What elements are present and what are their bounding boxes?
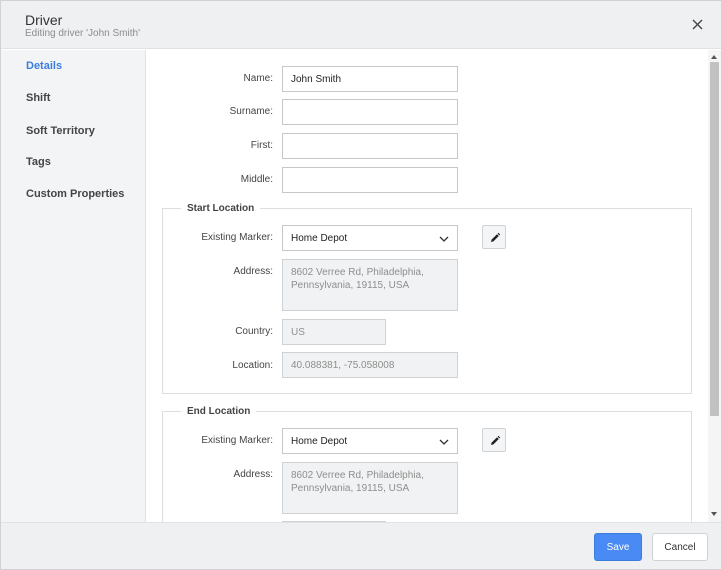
chevron-down-icon [439, 236, 449, 242]
start-address-label: Address: [233, 266, 273, 277]
end-address-line2: Pennsylvania, 19115, USA [291, 483, 410, 494]
sidebar-item-tags[interactable]: Tags [26, 156, 51, 168]
pencil-icon [491, 232, 501, 242]
name-input[interactable]: John Smith [282, 66, 458, 92]
start-marker-value: Home Depot [291, 233, 348, 244]
vertical-scrollbar[interactable] [708, 50, 721, 522]
start-address-line1: 8602 Verree Rd, Philadelphia, [291, 267, 424, 278]
close-button[interactable] [687, 15, 707, 35]
close-icon [692, 19, 702, 30]
save-button[interactable]: Save [594, 533, 642, 561]
scroll-up-arrow-icon[interactable] [711, 55, 717, 59]
surname-label: Surname: [229, 106, 273, 117]
dialog-title: Driver [25, 12, 63, 28]
scroll-thumb[interactable] [710, 62, 719, 416]
middle-label: Middle: [240, 174, 273, 185]
start-country-field: US [282, 319, 386, 345]
start-address-field: 8602 Verree Rd, Philadelphia, Pennsylvan… [282, 259, 458, 311]
end-location-legend: End Location [181, 406, 257, 417]
end-address-label: Address: [233, 469, 273, 480]
dialog-footer: Save Cancel [1, 522, 721, 569]
sidebar-nav: Details Shift Soft Territory Tags Custom… [1, 50, 146, 522]
start-location-label: Location: [232, 360, 273, 371]
sidebar-item-shift[interactable]: Shift [26, 92, 50, 104]
start-marker-label: Existing Marker: [201, 232, 273, 243]
dialog-header: Driver Editing driver 'John Smith' [1, 1, 721, 49]
pencil-icon [491, 435, 501, 445]
end-marker-label: Existing Marker: [201, 435, 273, 446]
sidebar-item-soft-territory[interactable]: Soft Territory [26, 125, 95, 137]
sidebar-item-custom-properties[interactable]: Custom Properties [26, 188, 124, 200]
start-marker-select[interactable]: Home Depot [282, 225, 458, 251]
end-address-line1: 8602 Verree Rd, Philadelphia, [291, 470, 424, 481]
start-address-line2: Pennsylvania, 19115, USA [291, 280, 410, 291]
cancel-button[interactable]: Cancel [652, 533, 708, 561]
start-location-field: 40.088381, -75.058008 [282, 352, 458, 378]
first-label: First: [250, 140, 273, 151]
driver-dialog: Driver Editing driver 'John Smith' Detai… [0, 0, 722, 570]
scroll-down-arrow-icon[interactable] [711, 512, 717, 516]
start-marker-edit-button[interactable] [482, 225, 506, 249]
dialog-subtitle: Editing driver 'John Smith' [25, 28, 140, 39]
end-marker-edit-button[interactable] [482, 428, 506, 452]
end-marker-select[interactable]: Home Depot [282, 428, 458, 454]
details-panel: Name: John Smith Surname: First: Middle:… [147, 50, 708, 522]
end-address-field: 8602 Verree Rd, Philadelphia, Pennsylvan… [282, 462, 458, 514]
name-label: Name: [243, 73, 273, 84]
start-country-label: Country: [235, 326, 273, 337]
first-input[interactable] [282, 133, 458, 159]
end-marker-value: Home Depot [291, 436, 348, 447]
start-location-legend: Start Location [181, 203, 261, 214]
chevron-down-icon [439, 439, 449, 445]
middle-input[interactable] [282, 167, 458, 193]
surname-input[interactable] [282, 99, 458, 125]
sidebar-item-details[interactable]: Details [26, 60, 62, 72]
